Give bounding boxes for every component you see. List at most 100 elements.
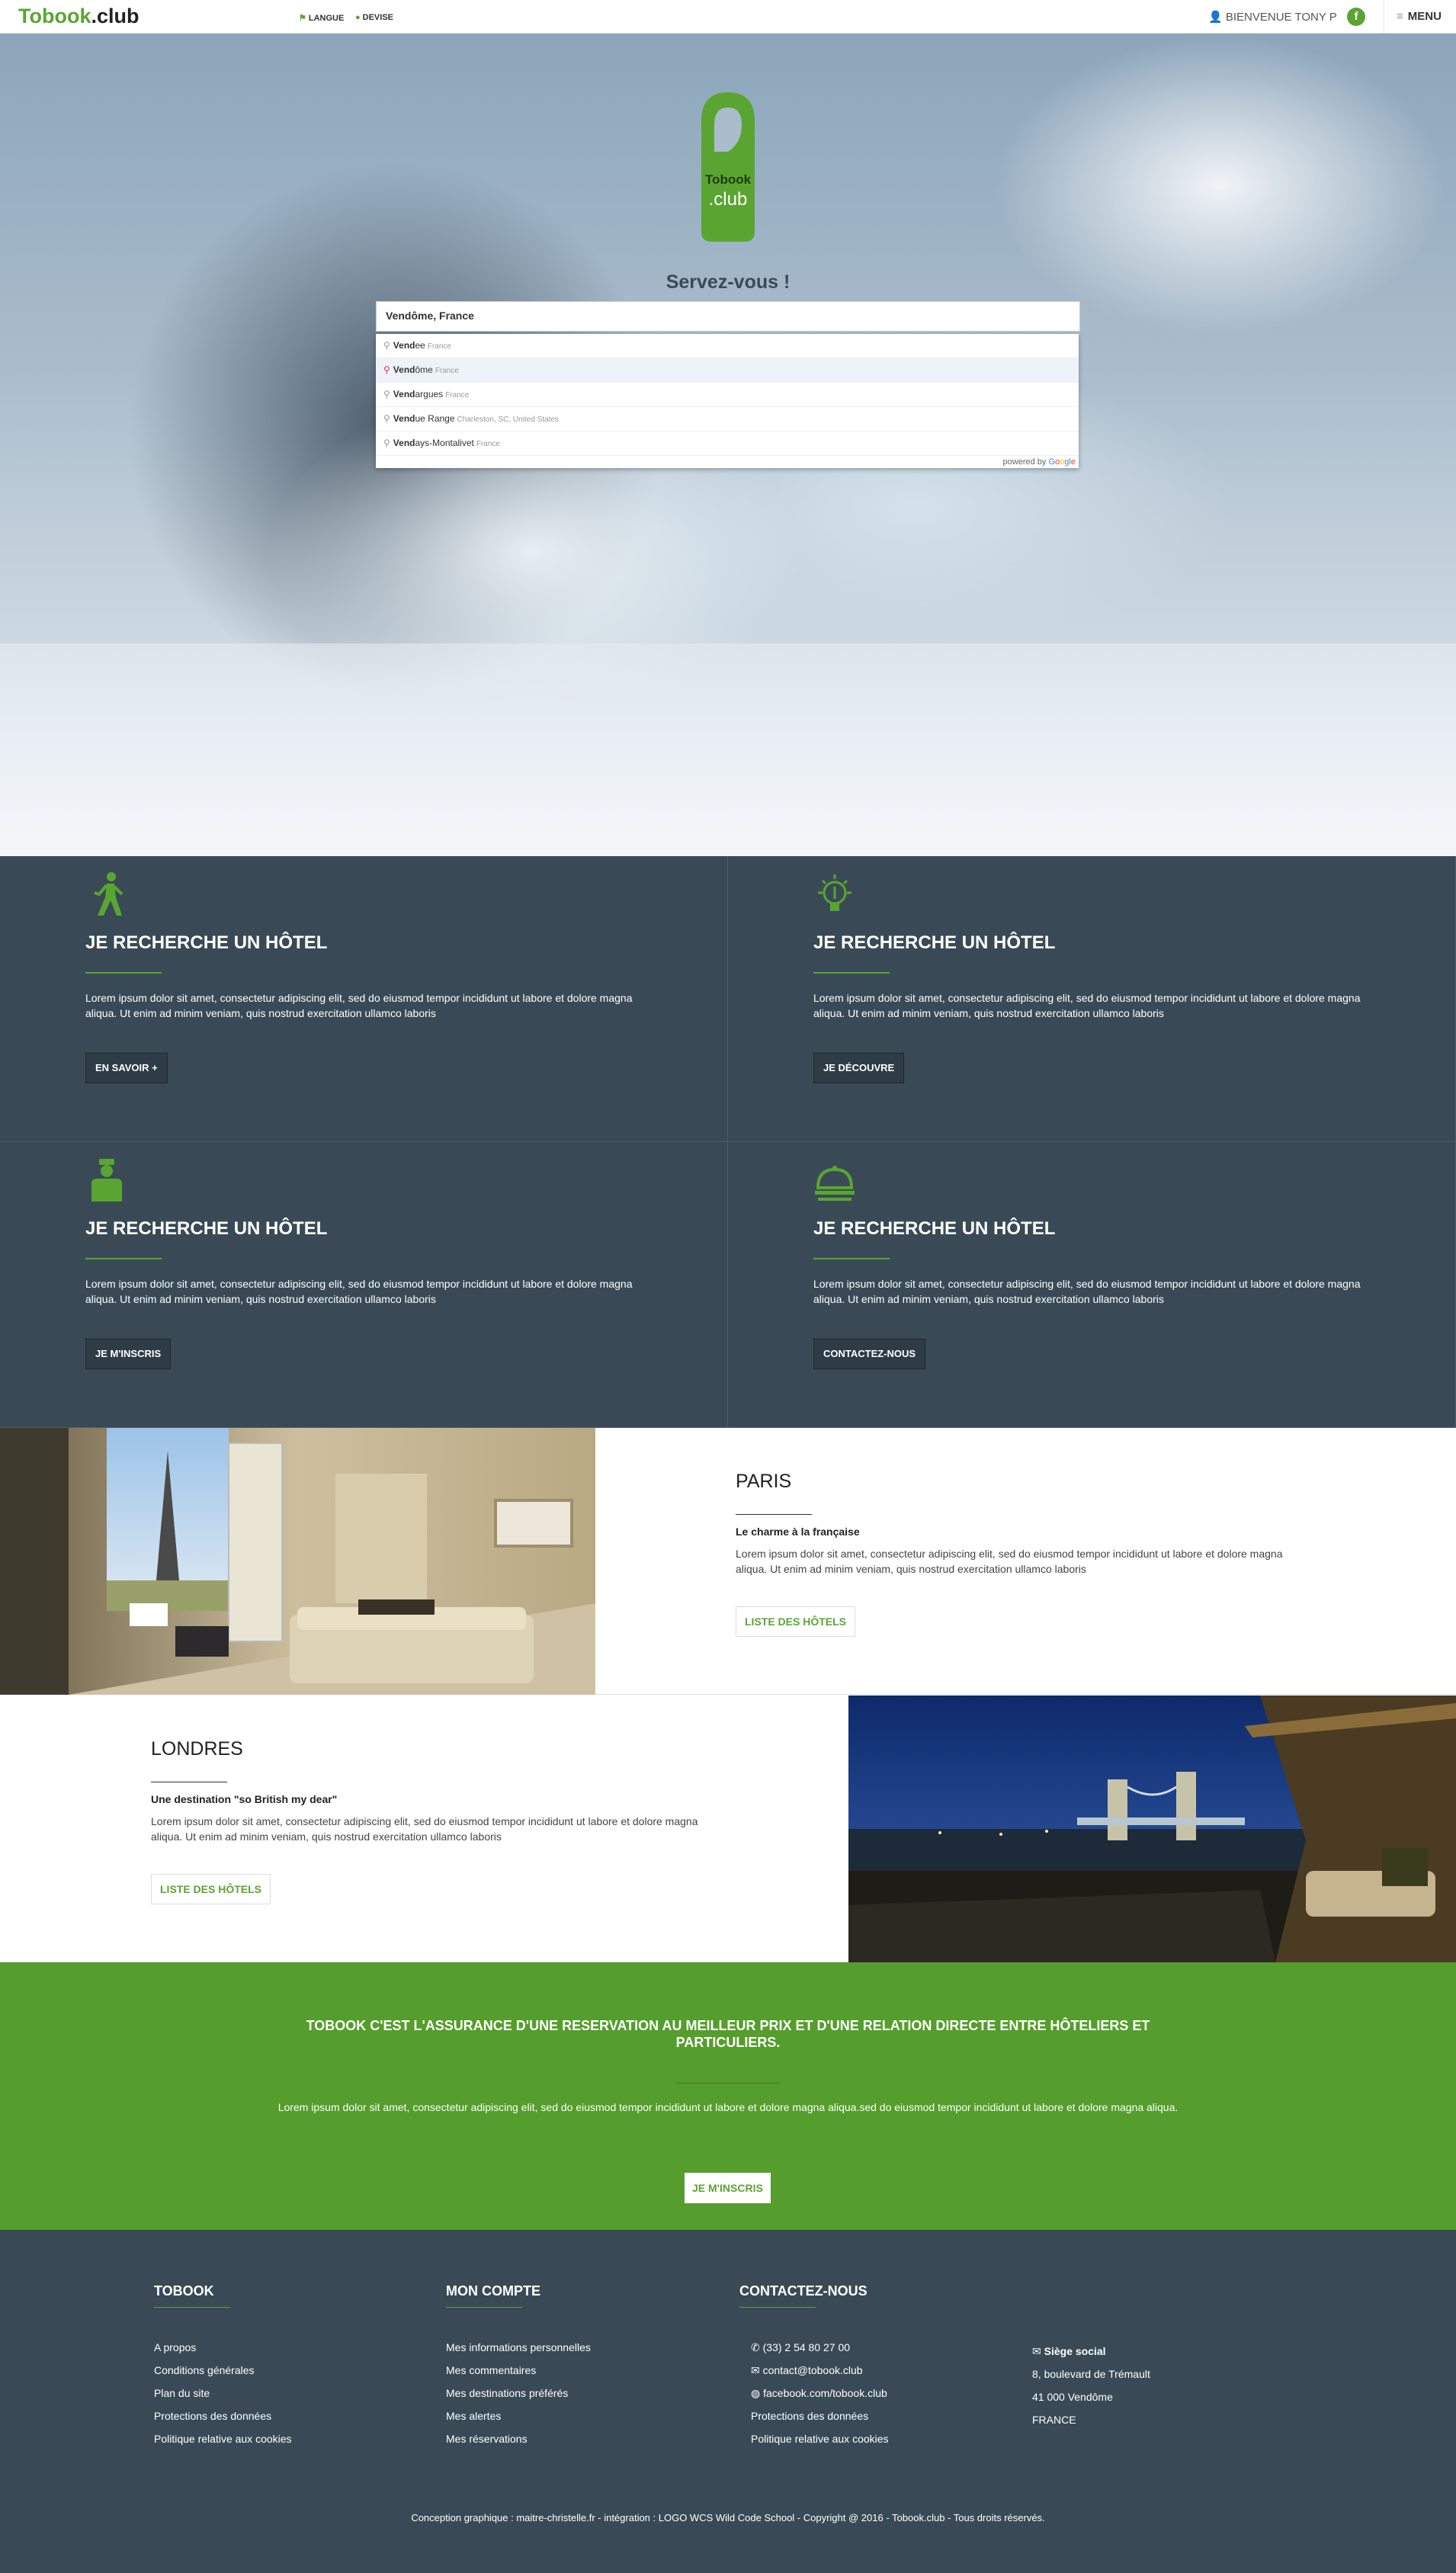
divider [813, 972, 890, 974]
footer-link[interactable]: A propos [154, 2341, 292, 2364]
flag-icon: ⚑ [299, 14, 306, 23]
hero-tagline: Servez-vous ! [665, 271, 791, 293]
map-pin-icon: ⚲ [383, 389, 390, 399]
walking-person-icon [94, 872, 123, 916]
divider [154, 2307, 230, 2308]
globe-icon: ◍ [751, 2387, 761, 2399]
coins-icon: ● [355, 13, 361, 22]
footer-col-account: MON COMPTE Mes informations personnelles… [446, 2283, 591, 2456]
je-m-inscris-button[interactable]: JE M'INSCRIS [85, 1339, 172, 1369]
city-title: LONDRES [151, 1738, 243, 1760]
bellboy-icon [91, 1159, 122, 1201]
londres-hotel-list-button[interactable]: LISTE DES HÔTELS [151, 1874, 271, 1904]
footer-link[interactable]: Politique relative aux cookies [751, 2433, 889, 2456]
footer-link[interactable]: Mes informations personnelles [446, 2341, 591, 2364]
banner-text: Lorem ipsum dolor sit amet, consectetur … [277, 2101, 1179, 2113]
site-header: Tobook.club ⚑ LANGUE ● DEVISE 👤 BIENVENUE … [0, 0, 1456, 34]
facebook-icon[interactable]: f [1347, 8, 1365, 26]
city-subtitle: Le charme à la française [736, 1526, 860, 1538]
map-pin-icon: ⚲ [383, 364, 390, 375]
hero-background [0, 643, 1456, 856]
footer-link[interactable]: Mes alertes [446, 2410, 591, 2433]
banner-signup-button[interactable]: JE M'INSCRIS [685, 2173, 771, 2203]
promo-banner: TOBOOK C'EST L'ASSURANCE D'UNE RESERVATI… [0, 1962, 1456, 2230]
footer-phone[interactable]: ✆ (33) 2 54 80 27 00 [751, 2341, 889, 2364]
feature-title: JE RECHERCHE UN HÔTEL [85, 1218, 328, 1239]
footer-link[interactable]: Conditions générales [154, 2364, 292, 2387]
footer-link[interactable]: Mes réservations [446, 2433, 591, 2456]
paris-hotel-photo [0, 1428, 595, 1695]
autocomplete-item[interactable]: ⚲ Vendargues France [376, 383, 1079, 407]
contactez-nous-button[interactable]: CONTACTEZ-NOUS [813, 1339, 926, 1369]
lightbulb-icon [818, 874, 851, 911]
footer-email[interactable]: ✉ contact@tobook.club [751, 2364, 889, 2387]
hero-section: Tobook .club Servez-vous ! Vendôme, Fran… [0, 34, 1456, 856]
footer-link[interactable]: Mes destinations préférés [446, 2387, 591, 2410]
footer-address-heading: ✉ Siège social [1032, 2345, 1106, 2357]
feature-card: JE RECHERCHE UN HÔTEL Lorem ipsum dolor … [0, 856, 728, 1142]
map-pin-icon: ⚲ [383, 438, 390, 448]
feature-text: Lorem ipsum dolor sit amet, consectetur … [813, 1278, 1361, 1305]
map-pin-icon: ⚲ [383, 413, 390, 424]
autocomplete-item[interactable]: ⚲ Vendee France [376, 334, 1079, 358]
paris-hotel-list-button[interactable]: LISTE DES HÔTELS [736, 1606, 856, 1637]
door-hanger-logo-icon: Tobook .club [701, 92, 755, 242]
en-savoir-plus-button[interactable]: EN SAVOIR + [85, 1053, 168, 1083]
autocomplete-item[interactable]: ⚲ Vendays-Montalivet France [376, 432, 1079, 456]
copyright: Conception graphique : maitre-christelle… [411, 2512, 1045, 2523]
feature-card: JE RECHERCHE UN HÔTEL Lorem ipsum dolor … [0, 1142, 728, 1428]
je-decouvre-button[interactable]: JE DÉCOUVRE [813, 1053, 905, 1083]
map-pin-icon: ⚲ [383, 340, 390, 351]
city-section-londres: LONDRES Une destination "so British my d… [0, 1696, 1456, 1962]
envelope-icon: ✉ [751, 2364, 760, 2376]
hamburger-icon: ≡ [1397, 10, 1403, 23]
feature-text: Lorem ipsum dolor sit amet, consectetur … [813, 992, 1361, 1019]
city-section-paris: PARIS Le charme à la française Lorem ips… [0, 1428, 1456, 1695]
features-grid: JE RECHERCHE UN HÔTEL Lorem ipsum dolor … [0, 856, 1456, 1428]
city-subtitle: Une destination "so British my dear" [151, 1793, 338, 1805]
divider [677, 2083, 779, 2084]
footer-link[interactable]: Mes commentaires [446, 2364, 591, 2387]
footer-col-contact: CONTACTEZ-NOUS ✆ (33) 2 54 80 27 00 ✉ co… [739, 2283, 889, 2456]
footer-link[interactable]: Protections des données [154, 2410, 292, 2433]
user-welcome[interactable]: 👤 BIENVENUE TONY P [1208, 10, 1337, 24]
site-logo[interactable]: Tobook.club [18, 5, 140, 28]
currency-selector[interactable]: ● DEVISE [355, 13, 393, 22]
footer-col-address: ✉ Siège social 8, boulevard de Trémault … [1032, 2345, 1150, 2437]
feature-title: JE RECHERCHE UN HÔTEL [813, 932, 1056, 953]
feature-card: JE RECHERCHE UN HÔTEL Lorem ipsum dolor … [728, 856, 1456, 1142]
footer-link[interactable]: Protections des données [751, 2410, 889, 2433]
divider [85, 972, 162, 974]
footer-address-line: 41 000 Vendôme [1032, 2391, 1113, 2403]
envelope-icon: ✉ [1032, 2345, 1041, 2357]
footer-link[interactable]: Politique relative aux cookies [154, 2433, 292, 2456]
city-title: PARIS [736, 1471, 792, 1492]
user-icon: 👤 [1208, 11, 1223, 24]
divider [85, 1258, 162, 1259]
footer-link[interactable]: Plan du site [154, 2387, 292, 2410]
footer-heading: CONTACTEZ-NOUS [739, 2283, 868, 2299]
autocomplete-item[interactable]: ⚲ Vendue Range Charleston, SC, United Stat… [376, 407, 1079, 432]
autocomplete-item-selected[interactable]: ⚲ Vendôme France [376, 358, 1079, 383]
feature-title: JE RECHERCHE UN HÔTEL [813, 1218, 1056, 1239]
site-footer: TOBOOK A propos Conditions générales Pla… [0, 2230, 1456, 2573]
language-selector[interactable]: ⚑ LANGUE [299, 13, 344, 23]
svg-text:Tobook: Tobook [705, 172, 752, 187]
divider [813, 1258, 890, 1259]
london-hotel-photo [848, 1696, 1456, 1962]
service-bell-icon [815, 1166, 855, 1201]
svg-text:.club: .club [709, 189, 748, 210]
footer-address-line: FRANCE [1032, 2414, 1076, 2426]
footer-facebook[interactable]: ◍ facebook.com/tobook.club [751, 2387, 889, 2410]
footer-heading: TOBOOK [154, 2283, 214, 2299]
menu-button[interactable]: ≡ MENU [1384, 0, 1456, 34]
phone-icon: ✆ [751, 2341, 760, 2353]
destination-search-input[interactable]: Vendôme, France [376, 301, 1080, 332]
footer-heading: MON COMPTE [446, 2283, 540, 2299]
divider [739, 2307, 816, 2308]
feature-card: JE RECHERCHE UN HÔTEL Lorem ipsum dolor … [728, 1142, 1456, 1428]
divider [736, 1514, 812, 1515]
divider [446, 2307, 522, 2308]
city-text: Lorem ipsum dolor sit amet, consectetur … [736, 1548, 1283, 1575]
feature-text: Lorem ipsum dolor sit amet, consectetur … [85, 992, 633, 1019]
